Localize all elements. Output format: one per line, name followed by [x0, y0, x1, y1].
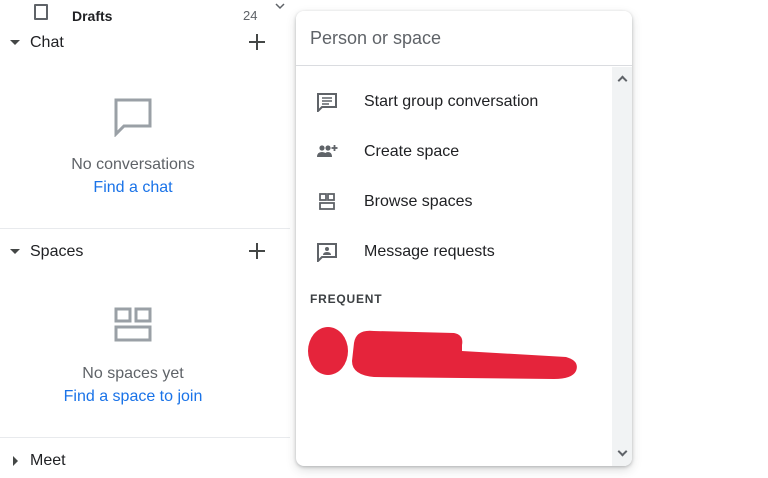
new-chat-popup: Start group conversation Create space Br… — [296, 11, 632, 466]
person-or-space-search-input[interactable] — [296, 11, 632, 66]
draft-file-icon — [34, 4, 48, 20]
message-requests-item[interactable]: Message requests — [296, 227, 612, 277]
chat-section-title: Chat — [30, 34, 64, 51]
spaces-section-title: Spaces — [30, 243, 84, 260]
start-chat-plus-button[interactable] — [247, 32, 267, 52]
group-add-icon — [317, 145, 338, 157]
browse-spaces-item[interactable]: Browse spaces — [296, 177, 612, 227]
sidebar: Drafts 24 Chat No conversations Find a c… — [0, 0, 290, 473]
create-space-item[interactable]: Create space — [296, 127, 612, 177]
drafts-label: Drafts — [72, 8, 113, 22]
spaces-section-header[interactable]: Spaces — [0, 235, 290, 269]
start-group-conversation-item[interactable]: Start group conversation — [296, 77, 612, 127]
collapse-caret-icon[interactable] — [10, 249, 20, 254]
divider — [0, 228, 290, 229]
create-space-plus-button[interactable] — [247, 241, 267, 261]
menu-item-label: Message requests — [364, 243, 495, 260]
drafts-count: 24 — [243, 8, 258, 22]
chat-section-header[interactable]: Chat — [0, 26, 290, 60]
no-conversations-text: No conversations — [71, 156, 195, 173]
message-request-icon — [317, 243, 337, 262]
expand-caret-icon[interactable] — [13, 456, 18, 466]
chat-lines-icon — [317, 93, 337, 112]
no-spaces-text: No spaces yet — [82, 365, 184, 382]
frequent-section-label: FREQUENT — [310, 292, 383, 306]
menu-item-label: Create space — [364, 143, 460, 160]
popup-scrollbar[interactable] — [612, 67, 632, 466]
collapse-caret-icon[interactable] — [10, 40, 20, 45]
scroll-up-icon[interactable] — [616, 73, 628, 85]
find-a-space-link[interactable]: Find a space to join — [0, 388, 266, 406]
chat-bubble-icon — [114, 98, 152, 137]
scroll-down-icon[interactable] — [616, 448, 628, 460]
divider — [0, 437, 290, 438]
menu-item-label: Browse spaces — [364, 193, 473, 210]
find-a-chat-link[interactable]: Find a chat — [0, 179, 266, 197]
sidebar-item-drafts[interactable]: Drafts 24 — [0, 0, 290, 22]
sidebar-scroll-up-icon[interactable] — [272, 0, 288, 18]
grid-icon — [319, 193, 335, 210]
menu-item-label: Start group conversation — [364, 93, 539, 110]
meet-section-title: Meet — [30, 452, 66, 469]
redacted-frequent-contact[interactable] — [304, 321, 594, 391]
spaces-grid-icon — [114, 307, 152, 342]
